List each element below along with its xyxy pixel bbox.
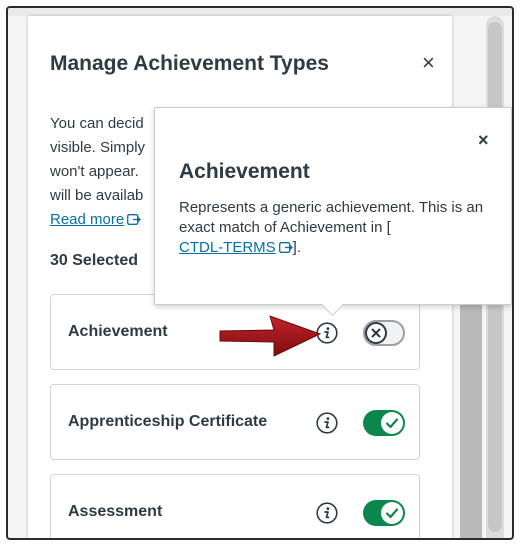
achievement-type-card: Assessment	[50, 474, 420, 538]
toggle-knob	[381, 502, 403, 524]
external-link-icon	[278, 242, 293, 253]
info-popover: × Achievement Represents a generic achie…	[154, 107, 512, 317]
popover-body-line-1: Represents a generic achievement. This i…	[179, 199, 484, 216]
toggle-knob	[365, 322, 387, 344]
toggle-switch-on[interactable]	[363, 500, 405, 526]
top-strip	[8, 8, 512, 16]
toggle-switch-on[interactable]	[363, 410, 405, 436]
panel-title: Manage Achievement Types	[50, 52, 329, 75]
achievement-type-card: Apprenticeship Certificate	[50, 384, 420, 460]
card-label: Apprenticeship Certificate	[68, 413, 268, 430]
ctdl-terms-link[interactable]: CTDL-TERMS	[179, 239, 276, 256]
external-link-icon	[127, 214, 142, 225]
checkmark-icon	[385, 508, 399, 519]
popover-title: Achievement	[179, 160, 310, 183]
read-more-link[interactable]: Read more	[50, 211, 124, 228]
info-icon[interactable]	[316, 502, 338, 524]
info-icon[interactable]	[316, 412, 338, 434]
x-icon	[371, 328, 381, 338]
annotation-arrow	[219, 315, 322, 357]
toggle-knob	[381, 412, 403, 434]
card-label: Assessment	[68, 503, 163, 520]
selected-count: 30 Selected	[50, 252, 139, 269]
screen: Manage Achievement Types × You can decid…	[6, 6, 514, 540]
card-label: Achievement	[68, 323, 168, 340]
popover-close-button[interactable]: ×	[478, 130, 489, 151]
popover-body: Represents a generic achievement. This i…	[179, 198, 499, 258]
popover-body-end: ].	[292, 239, 302, 256]
toggle-switch-off[interactable]	[363, 320, 405, 346]
checkmark-icon	[385, 418, 399, 429]
panel-close-button[interactable]: ×	[422, 52, 435, 74]
popover-body-line-2: exact match of Achievement in [	[179, 219, 391, 236]
